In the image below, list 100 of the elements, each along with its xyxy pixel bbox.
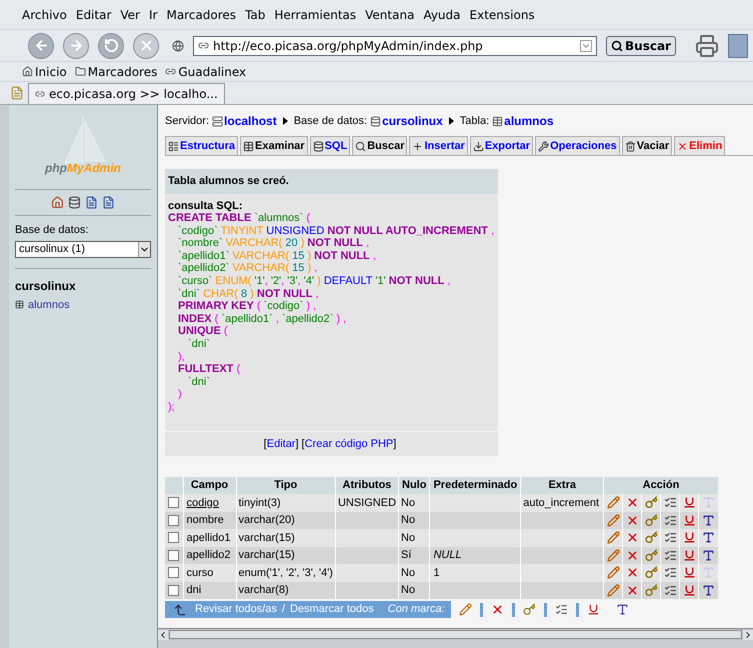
list-icon[interactable] [554,603,568,616]
sql-line: PRIMARY KEY ( `codigo` ) , [177,300,318,313]
list-icon[interactable] [664,531,677,544]
underline-icon[interactable] [682,566,696,580]
list-icon[interactable] [664,496,677,510]
tab[interactable]: Vaciar [622,136,672,155]
toolbar-icon[interactable] [728,34,748,58]
tab[interactable]: SQL [310,136,350,155]
tab[interactable]: Exportar [470,136,534,155]
tab[interactable]: Estructura [165,136,238,155]
pencil-icon[interactable] [606,514,620,527]
list-icon[interactable] [664,514,677,527]
underline-icon[interactable] [682,531,696,544]
text-icon[interactable] [702,584,715,597]
close-icon[interactable] [626,584,639,597]
bookmark-item[interactable]: Marcadores [74,62,158,80]
row-checkbox[interactable] [168,567,179,578]
bookmark-item[interactable]: Inicio [22,62,67,80]
menu-item[interactable]: Tab [245,6,266,24]
bookmark-item[interactable]: Guadalinex [165,62,246,80]
pencil-icon[interactable] [458,603,472,616]
documentation-icon[interactable] [102,196,115,209]
reload-icon[interactable] [98,32,124,58]
database-label: Base de datos: [15,223,90,238]
database-select[interactable]: cursolinux (1) [15,240,151,258]
key-icon[interactable] [522,603,536,616]
stop-icon[interactable] [133,32,159,58]
search-button[interactable]: Buscar [606,36,676,56]
pencil-icon[interactable] [606,584,620,597]
tab[interactable]: Insertar [409,136,468,155]
pencil-icon[interactable] [606,496,620,510]
key-icon[interactable] [644,531,658,544]
list-icon[interactable] [664,566,677,580]
page-icon[interactable] [10,86,24,100]
table-link[interactable]: alumnos [15,296,151,313]
menu-item[interactable]: Marcadores [166,6,236,24]
close-icon[interactable] [490,603,504,616]
row-checkbox[interactable] [168,532,179,544]
menu-item[interactable]: Ventana [365,6,414,24]
list-icon[interactable] [664,584,677,597]
pencil-icon[interactable] [606,548,620,562]
download-icon [472,140,484,152]
key-icon[interactable] [644,584,658,597]
menu-item[interactable]: Ver [120,6,140,24]
pencil-icon[interactable] [606,531,620,544]
tab[interactable]: Operaciones [535,136,620,155]
search-icon [355,140,366,152]
text-icon[interactable] [616,603,629,616]
horizontal-scrollbar[interactable] [158,628,753,640]
row-checkbox[interactable] [168,514,179,526]
scrollbar-thumb[interactable] [169,630,742,639]
link[interactable]: Editar [266,436,296,452]
menu-item[interactable]: Extensions [470,6,535,24]
key-icon[interactable] [644,548,658,562]
browser-tab[interactable]: eco.picasa.org >> localho... [28,83,225,104]
close-icon[interactable] [626,496,639,510]
text-icon[interactable] [702,531,715,544]
database-icon[interactable] [68,196,81,209]
back-icon[interactable] [28,32,54,58]
pencil-icon[interactable] [606,566,620,580]
close-icon[interactable] [626,548,639,562]
help-icon[interactable] [85,196,98,209]
close-icon[interactable] [626,566,639,580]
underline-icon[interactable] [682,514,696,527]
row-checkbox[interactable] [168,550,179,561]
underline-icon[interactable] [682,496,696,510]
home-icon[interactable] [51,196,64,209]
breadcrumb-link[interactable]: localhost [212,112,277,130]
tab[interactable]: Buscar [352,136,408,155]
key-icon[interactable] [644,566,658,580]
menu-item[interactable]: Ayuda [423,6,461,24]
printer-icon[interactable] [694,34,719,58]
text-icon[interactable] [702,548,715,562]
key-icon[interactable] [644,514,658,527]
right-arrow-icon[interactable] [743,630,753,640]
database-name: cursolinux [15,278,77,294]
row-checkbox[interactable] [168,497,179,508]
close-icon[interactable] [626,514,639,527]
close-icon[interactable] [626,531,639,544]
underline-icon[interactable] [682,548,696,562]
list-icon[interactable] [664,548,677,562]
underline-icon[interactable] [682,584,696,597]
tab[interactable]: Examinar [240,136,308,155]
sql-line: `curso` ENUM( '1', '2', '3', '4' ) DEFAULT '1' NOT NULL , [177,275,452,288]
menu-item[interactable]: Archivo [22,6,67,24]
with-selected-label: Con marca: [388,602,445,618]
breadcrumb-link[interactable]: cursolinux [370,112,443,130]
menu-item[interactable]: Editar [76,6,112,24]
link[interactable]: Crear código PHP [304,436,394,452]
left-arrow-icon[interactable] [158,630,168,640]
underline-icon[interactable] [586,603,600,616]
key-icon[interactable] [644,496,658,510]
menu-item[interactable]: Herramientas [274,6,356,24]
sql-line: ); [168,401,176,414]
row-checkbox[interactable] [168,584,179,596]
text-icon[interactable] [702,514,715,527]
breadcrumb-link[interactable]: alumnos [492,112,554,130]
address-field[interactable]: http://eco.picasa.org/phpMyAdmin/index.php [193,36,597,56]
menu-item[interactable]: Ir [148,6,158,24]
forward-icon[interactable] [63,32,89,58]
